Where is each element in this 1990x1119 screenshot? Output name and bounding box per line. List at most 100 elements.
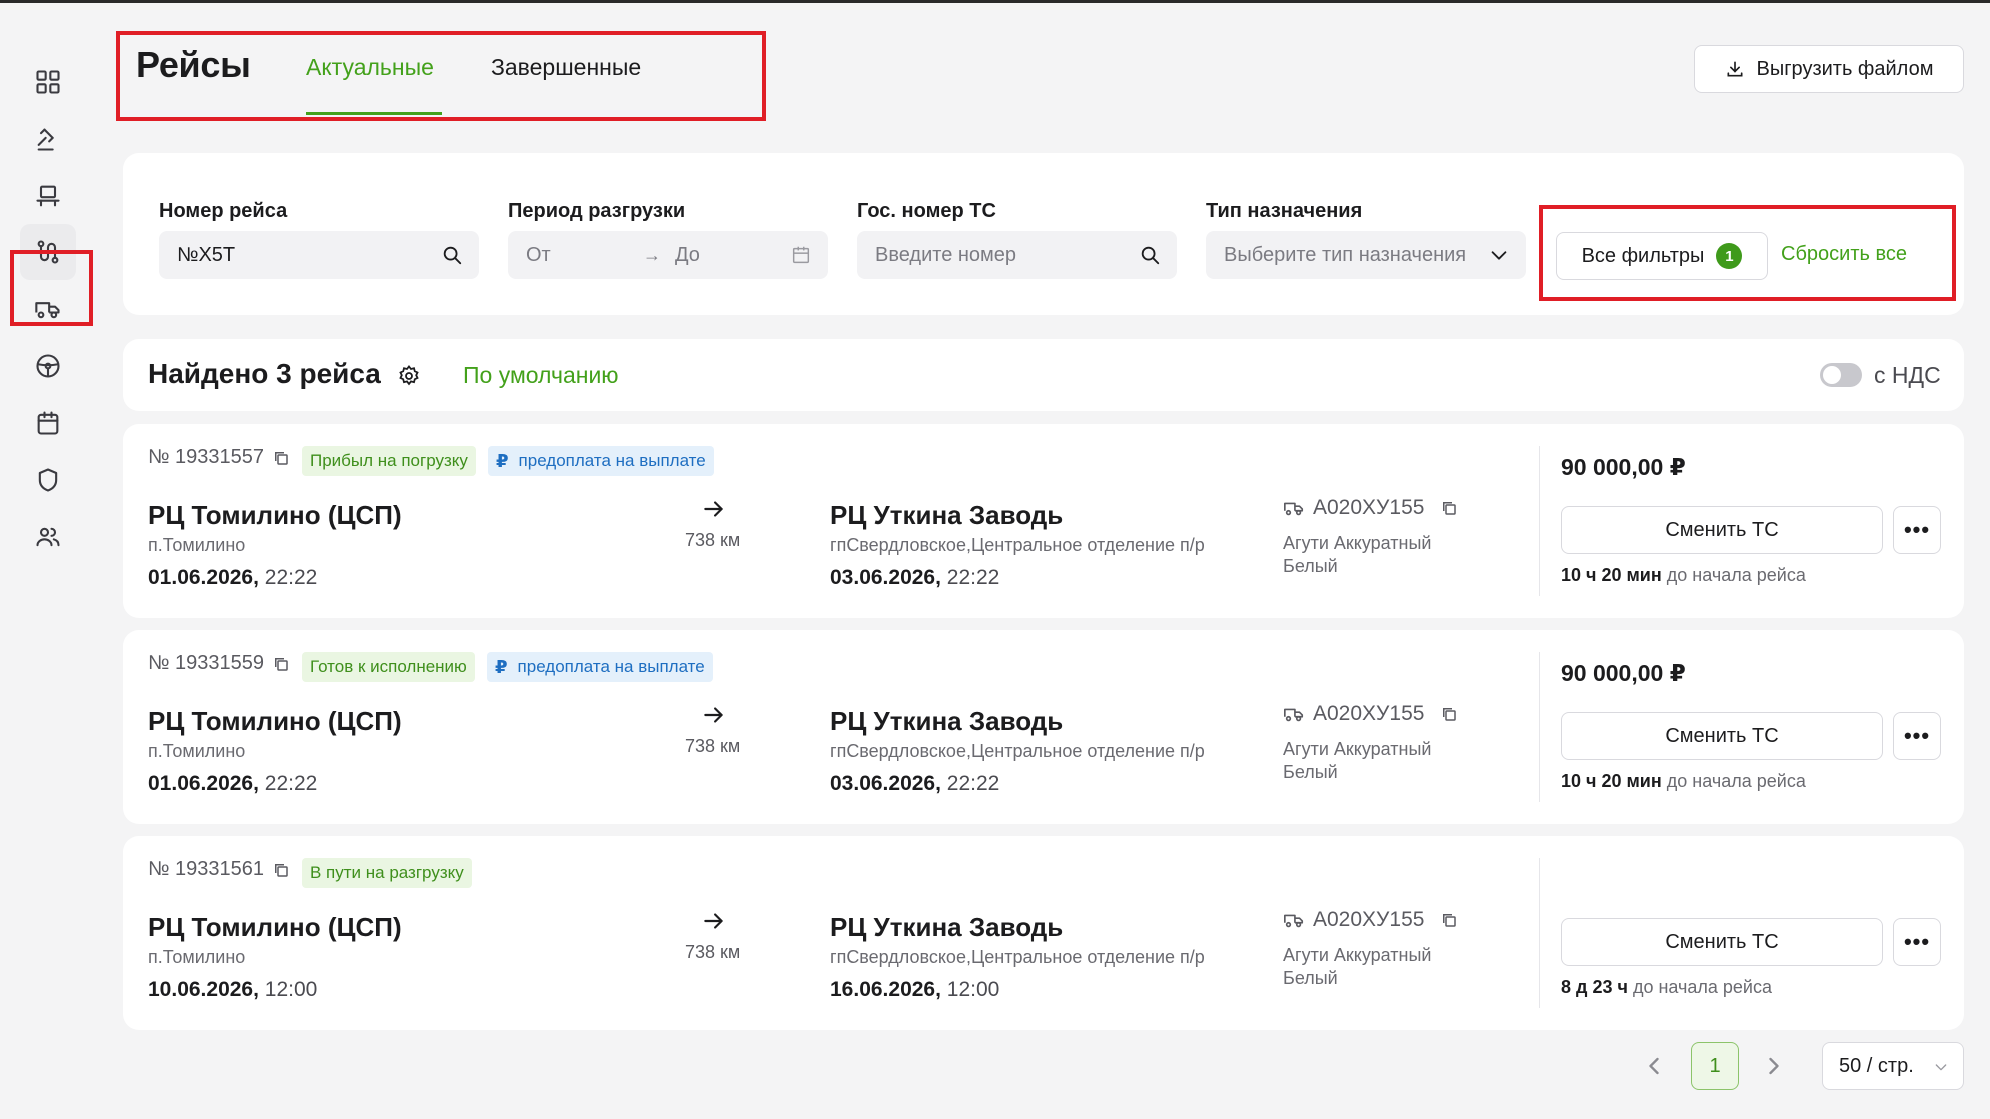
sidebar-item-trucks[interactable] — [20, 281, 76, 337]
gear-icon[interactable] — [397, 364, 421, 388]
distance: 738 км — [685, 736, 741, 756]
destination-datetime: 03.06.2026, 22:22 — [830, 772, 999, 796]
truck-icon — [1284, 914, 1304, 928]
distance: 738 км — [685, 530, 741, 550]
plate-placeholder: Введите номер — [875, 243, 1017, 266]
sidebar-item-drivers[interactable] — [20, 338, 76, 394]
trip-number-label: Номер рейса — [159, 200, 288, 222]
truck-model: Агути Аккуратный Белый — [1283, 739, 1432, 782]
more-options-button[interactable]: ••• — [1893, 918, 1941, 966]
sidebar-item-cargo[interactable] — [20, 168, 76, 224]
range-arrow-icon: → — [643, 244, 661, 265]
copy-icon[interactable] — [272, 861, 290, 879]
trip-card[interactable]: № 19331559 Готов к исполнению ₽ предопла… — [123, 630, 1964, 824]
origin-date: 01.06.2026, — [148, 566, 259, 589]
assignment-label: Тип назначения — [1206, 200, 1363, 222]
tab-actual[interactable]: Актуальные — [306, 54, 434, 81]
more-options-button[interactable]: ••• — [1893, 712, 1941, 760]
copy-icon[interactable] — [1440, 705, 1458, 723]
sort-dropdown[interactable]: По умолчанию — [463, 362, 619, 389]
destination-date: 16.06.2026, — [830, 978, 941, 1001]
all-filters-button[interactable]: Все фильтры 1 — [1556, 232, 1768, 280]
download-icon — [1727, 61, 1743, 77]
copy-icon[interactable] — [272, 449, 290, 467]
time-until-value: 10 ч 20 мин — [1561, 565, 1662, 585]
auction-gavel-icon — [37, 128, 54, 151]
destination-datetime: 03.06.2026, 22:22 — [830, 566, 999, 590]
time-until-text: до начала рейса — [1666, 771, 1806, 791]
chevron-left-icon[interactable] — [1640, 1052, 1668, 1080]
all-filters-label: Все фильтры — [1581, 244, 1705, 267]
trip-card[interactable]: № 19331557 Прибыл на погрузку ₽ предопла… — [123, 424, 1964, 618]
reset-all-link[interactable]: Сбросить все — [1781, 243, 1907, 266]
trip-number: № 19331557 — [148, 446, 290, 469]
period-range-input[interactable]: От → До — [508, 231, 828, 279]
more-options-button[interactable]: ••• — [1893, 506, 1941, 554]
assignment-select[interactable]: Выберите тип назначения — [1206, 231, 1526, 279]
trip-number-text: № 19331561 — [148, 858, 264, 880]
origin-locality: п.Томилино — [148, 535, 246, 555]
period-label: Период разгрузки — [508, 200, 686, 222]
trip-card[interactable]: № 19331561 В пути на разгрузку РЦ Томили… — [123, 836, 1964, 1030]
time-until-value: 10 ч 20 мин — [1561, 771, 1662, 791]
origin-name: РЦ Томилино (ЦСП) — [148, 500, 402, 530]
truck-icon — [1284, 502, 1304, 516]
origin-date: 10.06.2026, — [148, 978, 259, 1001]
change-vehicle-button[interactable]: Сменить ТС — [1561, 506, 1883, 554]
shield-icon — [38, 468, 58, 492]
page-size-label: 50 / стр. — [1839, 1054, 1914, 1077]
arrow-right-icon — [704, 707, 723, 723]
plate-label: Гос. номер ТС — [857, 200, 996, 222]
ruble-icon: ₽ — [495, 656, 508, 677]
trip-number-value: №X5T — [177, 243, 236, 266]
calendar-icon — [792, 246, 810, 264]
change-vehicle-button[interactable]: Сменить ТС — [1561, 712, 1883, 760]
time-until-value: 8 д 23 ч — [1561, 977, 1628, 997]
origin-time: 22:22 — [264, 566, 318, 589]
sidebar-item-routes[interactable] — [20, 224, 76, 280]
truck-model: Агути Аккуратный Белый — [1283, 945, 1432, 988]
payment-badge: ₽ предоплата на выплате — [488, 446, 714, 476]
copy-icon[interactable] — [1440, 911, 1458, 929]
vat-toggle[interactable] — [1820, 363, 1862, 387]
plate-number: А020ХУ155 — [1313, 908, 1425, 931]
sidebar — [0, 3, 96, 1119]
sidebar-item-auction[interactable] — [20, 111, 76, 167]
trip-number: № 19331559 — [148, 652, 290, 675]
trip-number-input[interactable]: №X5T — [159, 231, 479, 279]
time-until-text: до начала рейса — [1666, 565, 1806, 585]
sidebar-item-users[interactable] — [20, 509, 76, 565]
distance: 738 км — [685, 942, 741, 962]
page-button-current[interactable]: 1 — [1691, 1042, 1739, 1090]
trip-price: 90 000,00 ₽ — [1561, 660, 1686, 686]
payment-text: предоплата на выплате — [518, 451, 706, 470]
payment-badge: ₽ предоплата на выплате — [487, 652, 713, 682]
trip-number: № 19331561 — [148, 858, 290, 881]
plate-number: А020ХУ155 — [1313, 496, 1425, 519]
origin-datetime: 10.06.2026, 12:00 — [148, 978, 317, 1002]
period-to-placeholder: До — [675, 243, 700, 266]
sidebar-item-calendar[interactable] — [20, 395, 76, 451]
page-size-select[interactable]: 50 / стр. — [1822, 1042, 1964, 1090]
divider — [1539, 652, 1540, 802]
sidebar-item-dashboard[interactable] — [20, 54, 76, 110]
copy-icon[interactable] — [272, 655, 290, 673]
results-count: Найдено 3 рейса — [148, 358, 381, 389]
search-icon[interactable] — [441, 244, 463, 266]
status-badge: Готов к исполнению — [302, 652, 475, 682]
ruble-icon: ₽ — [496, 450, 509, 471]
copy-icon[interactable] — [1440, 499, 1458, 517]
arrow-right-icon — [704, 913, 723, 929]
filters-count-badge: 1 — [1716, 243, 1743, 269]
sidebar-item-security[interactable] — [20, 452, 76, 508]
origin-datetime: 01.06.2026, 22:22 — [148, 566, 317, 590]
plate-input[interactable]: Введите номер — [857, 231, 1177, 279]
search-icon[interactable] — [1139, 244, 1161, 266]
export-file-button[interactable]: Выгрузить файлом — [1694, 45, 1964, 93]
tab-completed[interactable]: Завершенные — [491, 54, 641, 81]
vat-label: с НДС — [1874, 362, 1941, 388]
chevron-down-icon — [1491, 251, 1507, 260]
chevron-right-icon[interactable] — [1760, 1052, 1788, 1080]
change-vehicle-button[interactable]: Сменить ТС — [1561, 918, 1883, 966]
period-from-placeholder: От — [526, 243, 551, 266]
